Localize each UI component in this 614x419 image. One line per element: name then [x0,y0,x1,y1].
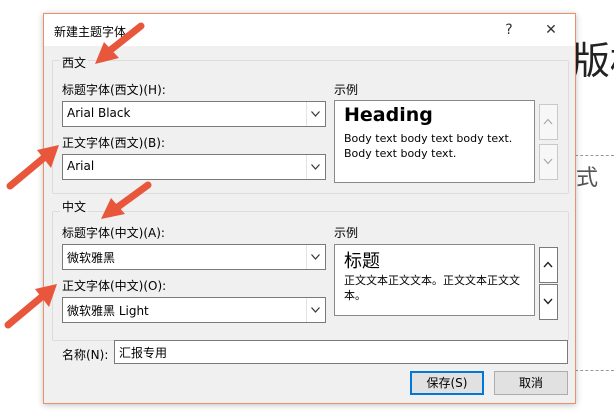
background-slide-text: 版权 [572,39,614,83]
western-scroll-up[interactable] [539,104,558,140]
theme-name-label: 名称(N): [62,348,109,362]
western-sample-body: Body text body text body text. Body text… [344,132,513,160]
background-placeholder-border [575,155,614,157]
chevron-down-icon[interactable] [306,298,325,322]
chevron-down-icon[interactable] [306,155,325,179]
east-asian-scroll-up[interactable] [539,247,558,283]
east-asian-sample-heading: 标题 [344,251,380,272]
western-body-font-label: 正文字体(西文)(B): [62,136,166,150]
western-group-title: 西文 [60,54,89,71]
chevron-down-icon[interactable] [306,102,325,126]
close-button[interactable]: ✕ [538,20,564,40]
east-asian-sample-label: 示例 [334,226,359,240]
chevron-down-icon[interactable] [306,245,325,269]
western-heading-font-combo[interactable]: Arial Black [62,101,326,127]
western-scroll-down[interactable] [539,144,558,180]
theme-name-field[interactable] [114,340,568,364]
western-sample-label: 示例 [334,83,359,97]
theme-name-input[interactable] [115,341,563,363]
east-asian-group-title: 中文 [60,198,89,215]
background-slide-text-secondary: 式 [576,166,599,191]
east-asian-body-font-combo[interactable]: 微软雅黑 Light [62,297,326,323]
east-asian-sample-body: 正文文本正文文本。正文文本正文文本。 [344,274,520,302]
western-sample-heading: Heading [344,104,433,126]
dialog-title: 新建主题字体 [54,25,127,39]
east-asian-heading-font-value: 微软雅黑 [67,251,116,265]
background-placeholder-border-bottom [575,370,614,372]
western-body-font-combo[interactable]: Arial [62,154,326,180]
save-button[interactable]: 保存(S) [410,371,484,395]
western-heading-font-value: Arial Black [67,106,131,120]
western-heading-font-label: 标题字体(西文)(H): [62,83,166,97]
cancel-button[interactable]: 取消 [494,371,568,395]
help-button[interactable]: ? [496,20,522,40]
dialog-titlebar: 新建主题字体 ? ✕ [44,14,575,46]
east-asian-heading-font-label: 标题字体(中文)(A): [62,226,165,240]
east-asian-heading-font-combo[interactable]: 微软雅黑 [62,244,326,270]
east-asian-scroll-down[interactable] [539,284,558,320]
new-theme-fonts-dialog: 新建主题字体 ? ✕ 西文 标题字体(西文)(H): Arial Black 正… [43,13,576,404]
east-asian-sample-preview: 标题 正文文本正文文本。正文文本正文文本。 [334,244,535,316]
east-asian-body-font-value: 微软雅黑 Light [67,304,149,318]
east-asian-body-font-label: 正文字体(中文)(O): [62,279,167,293]
western-sample-preview: Heading Body text body text body text. B… [334,100,535,183]
western-body-font-value: Arial [67,159,95,173]
